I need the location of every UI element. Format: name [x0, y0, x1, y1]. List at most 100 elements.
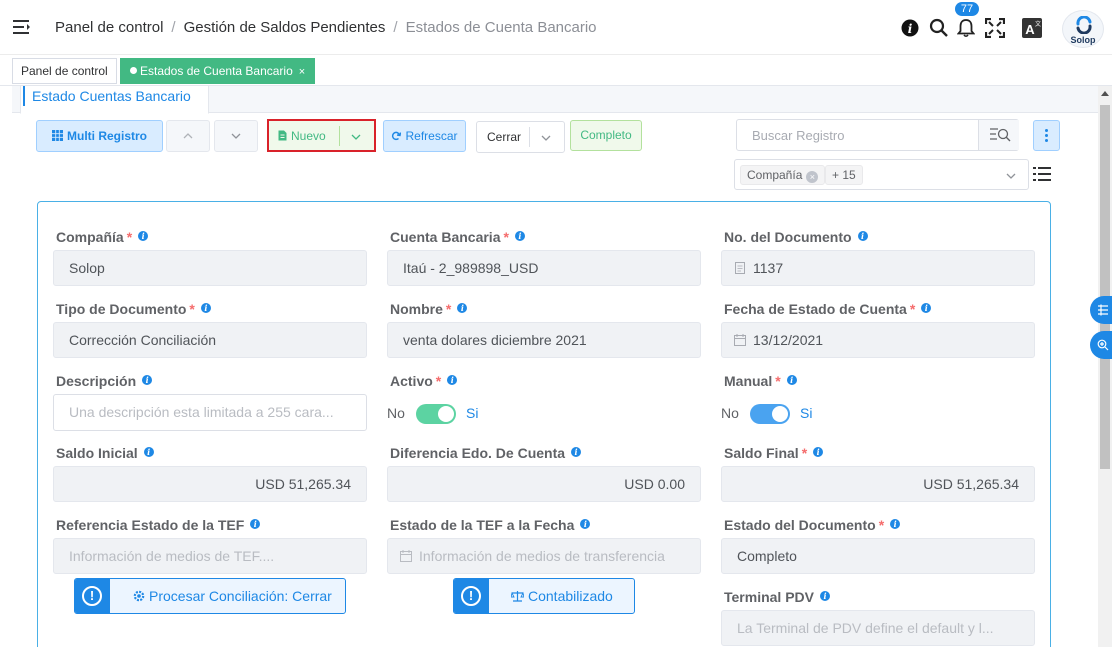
- user-label: Solop: [1070, 35, 1096, 45]
- tab-dashboard[interactable]: Panel de control: [12, 58, 117, 84]
- info-icon[interactable]: i: [857, 231, 868, 241]
- info-icon[interactable]: i: [921, 303, 932, 313]
- calendar-icon: [400, 550, 412, 562]
- scrollbar-thumb[interactable]: [1100, 105, 1110, 469]
- translate-icon[interactable]: A 文: [1022, 18, 1042, 38]
- process-button-text: Procesar Conciliación: Cerrar: [133, 579, 332, 613]
- document-action-select[interactable]: Cerrar: [476, 121, 565, 153]
- document-type-field[interactable]: Corrección Conciliación: [53, 322, 367, 358]
- info-icon[interactable]: i: [580, 519, 591, 529]
- eft-date-field[interactable]: Información de medios de transferencia: [387, 538, 701, 574]
- document-no-value: 1137: [753, 260, 784, 276]
- label-text: Referencia Estado de la TEF: [56, 517, 245, 533]
- info-icon[interactable]: i: [786, 375, 797, 385]
- fullscreen-icon[interactable]: [985, 18, 1005, 38]
- pos-terminal-label: Terminal PDV i: [724, 589, 830, 605]
- info-icon[interactable]: i: [447, 375, 458, 385]
- side-panel-button[interactable]: [1090, 296, 1112, 324]
- required-mark: *: [189, 301, 195, 317]
- previous-record-button[interactable]: [166, 120, 210, 152]
- active-toggle[interactable]: [416, 404, 456, 424]
- chip-remove-icon[interactable]: ×: [806, 171, 819, 183]
- info-icon[interactable]: i: [138, 231, 149, 241]
- chevron-down-icon: [541, 135, 551, 141]
- document-status-field[interactable]: Completo: [721, 538, 1035, 574]
- next-record-button[interactable]: [214, 120, 258, 152]
- info-icon[interactable]: i: [813, 447, 824, 457]
- label-text: Fecha de Estado de Cuenta: [724, 301, 907, 317]
- advanced-search-button[interactable]: [978, 120, 1019, 150]
- tab-indicator: [23, 86, 25, 106]
- breadcrumb-item-current: Estados de Cuenta Bancario: [405, 19, 597, 36]
- label-text: Nombre: [390, 301, 443, 317]
- statement-difference-field[interactable]: USD 0.00: [387, 466, 701, 502]
- breadcrumb-item-dashboard[interactable]: Panel de control: [55, 19, 163, 36]
- eft-reference-field[interactable]: Información de medios de TEF....: [53, 538, 367, 574]
- name-label: Nombre * i: [390, 301, 468, 317]
- close-tab-icon[interactable]: ×: [299, 66, 305, 78]
- refresh-button[interactable]: Refrescar: [383, 120, 466, 152]
- info-icon[interactable]: i: [142, 375, 153, 385]
- list-icon: [1098, 304, 1108, 316]
- list-view-icon[interactable]: [1033, 165, 1051, 183]
- active-label: Activo * i: [390, 373, 458, 389]
- posted-button[interactable]: ! Contabilizado: [453, 578, 635, 614]
- info-icon[interactable]: i: [890, 519, 901, 529]
- info-icon[interactable]: i: [514, 231, 525, 241]
- columns-select[interactable]: Compañía × + 15: [734, 159, 1029, 190]
- bell-icon[interactable]: [957, 18, 975, 38]
- description-input[interactable]: Una descripción esta limitada a 255 cara…: [53, 394, 367, 431]
- chip-label: Compañía: [747, 168, 803, 182]
- info-icon[interactable]: i: [457, 303, 468, 313]
- search-icon[interactable]: [929, 18, 949, 38]
- bank-account-field[interactable]: Itaú - 2_989898_USD: [387, 250, 701, 286]
- scroll-up-icon[interactable]: [1101, 91, 1109, 96]
- document-no-field[interactable]: 1137: [721, 250, 1035, 286]
- gear-icon: [133, 590, 145, 602]
- breadcrumb-item-balances[interactable]: Gestión de Saldos Pendientes: [184, 19, 386, 36]
- label-text: Compañía: [56, 229, 124, 245]
- info-icon[interactable]: i: [250, 519, 261, 529]
- zoom-button[interactable]: [1090, 331, 1112, 359]
- pos-terminal-field[interactable]: La Terminal de PDV define el default y l…: [721, 610, 1035, 646]
- menu-toggle-icon[interactable]: [13, 19, 31, 35]
- tab-bank-statements[interactable]: Estados de Cuenta Bancario ×: [120, 58, 316, 84]
- description-label: Descripción i: [56, 373, 153, 389]
- chevron-down-icon: [231, 133, 241, 139]
- company-field[interactable]: Solop: [53, 250, 367, 286]
- user-avatar[interactable]: Solop: [1062, 10, 1104, 48]
- kebab-dot: [1045, 129, 1048, 132]
- required-mark: *: [775, 373, 781, 389]
- label-text: Activo: [390, 373, 433, 389]
- notifications-badge: 77: [955, 2, 979, 16]
- alert-icon-box: !: [75, 579, 110, 613]
- info-icon[interactable]: i: [901, 19, 919, 37]
- company-label: Compañía * i: [56, 229, 149, 245]
- multi-record-button[interactable]: Multi Registro: [36, 120, 163, 152]
- calendar-icon: [734, 334, 746, 346]
- process-button-label: Procesar Conciliación: Cerrar: [149, 588, 332, 604]
- beginning-balance-field[interactable]: USD 51,265.34: [53, 466, 367, 502]
- new-record-button[interactable]: Nuevo: [267, 119, 376, 152]
- search-record-input[interactable]: Buscar Registro: [736, 119, 1019, 151]
- manual-toggle[interactable]: [750, 404, 790, 424]
- posted-button-text: Contabilizado: [511, 579, 613, 613]
- statement-date-field[interactable]: 13/12/2021: [721, 322, 1035, 358]
- more-options-button[interactable]: [1033, 120, 1060, 151]
- process-reconciliation-button[interactable]: ! Procesar Conciliación: Cerrar: [74, 578, 346, 614]
- vertical-scrollbar[interactable]: [1098, 86, 1112, 647]
- window-tab-bank-statement[interactable]: Estado Cuentas Bancario: [20, 86, 209, 114]
- name-field[interactable]: venta dolares diciembre 2021: [387, 322, 701, 358]
- document-type-label: Tipo de Documento * i: [56, 301, 211, 317]
- required-mark: *: [435, 373, 442, 389]
- document-action-value: Cerrar: [487, 130, 522, 144]
- info-icon[interactable]: i: [200, 303, 211, 313]
- info-icon[interactable]: i: [820, 591, 830, 601]
- ending-balance-field[interactable]: USD 51,265.34: [721, 466, 1035, 502]
- chevron-down-icon[interactable]: [351, 133, 361, 141]
- info-icon[interactable]: i: [143, 447, 154, 457]
- statement-date-value: 13/12/2021: [753, 332, 824, 348]
- info-icon[interactable]: i: [571, 447, 582, 457]
- breadcrumb-separator: /: [393, 19, 398, 36]
- toggle-off-label: No: [387, 405, 405, 421]
